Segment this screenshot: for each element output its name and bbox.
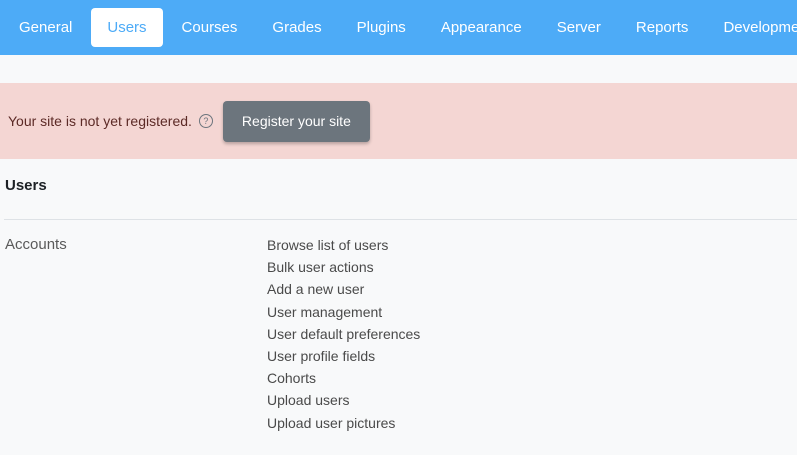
tab-general[interactable]: General xyxy=(3,8,88,47)
link-cohorts[interactable]: Cohorts xyxy=(267,369,420,391)
tab-grades[interactable]: Grades xyxy=(256,8,337,47)
register-site-button[interactable]: Register your site xyxy=(222,100,370,142)
accounts-row: Accounts Browse list of users Bulk user … xyxy=(0,220,797,436)
tab-courses[interactable]: Courses xyxy=(166,8,254,47)
tab-plugins[interactable]: Plugins xyxy=(341,8,422,47)
tab-appearance[interactable]: Appearance xyxy=(425,8,538,47)
tab-server[interactable]: Server xyxy=(541,8,617,47)
section-title: Users xyxy=(5,177,47,194)
tab-development[interactable]: Development xyxy=(707,8,797,47)
accounts-link-list: Browse list of users Bulk user actions A… xyxy=(267,236,420,436)
link-user-profile-fields[interactable]: User profile fields xyxy=(267,347,420,369)
link-browse-users[interactable]: Browse list of users xyxy=(267,236,420,258)
link-add-new-user[interactable]: Add a new user xyxy=(267,280,420,302)
admin-tab-bar: General Users Courses Grades Plugins App… xyxy=(0,0,797,55)
link-upload-user-pictures[interactable]: Upload user pictures xyxy=(267,414,420,436)
link-upload-users[interactable]: Upload users xyxy=(267,391,420,413)
tab-reports[interactable]: Reports xyxy=(620,8,705,47)
link-user-default-preferences[interactable]: User default preferences xyxy=(267,325,420,347)
link-user-management[interactable]: User management xyxy=(267,303,420,325)
alert-message: Your site is not yet registered. xyxy=(8,113,192,129)
tab-users[interactable]: Users xyxy=(91,8,163,47)
link-bulk-user-actions[interactable]: Bulk user actions xyxy=(267,258,420,280)
category-label: Accounts xyxy=(5,236,67,253)
registration-alert: Your site is not yet registered. ? Regis… xyxy=(0,83,797,159)
help-icon[interactable]: ? xyxy=(198,114,213,128)
